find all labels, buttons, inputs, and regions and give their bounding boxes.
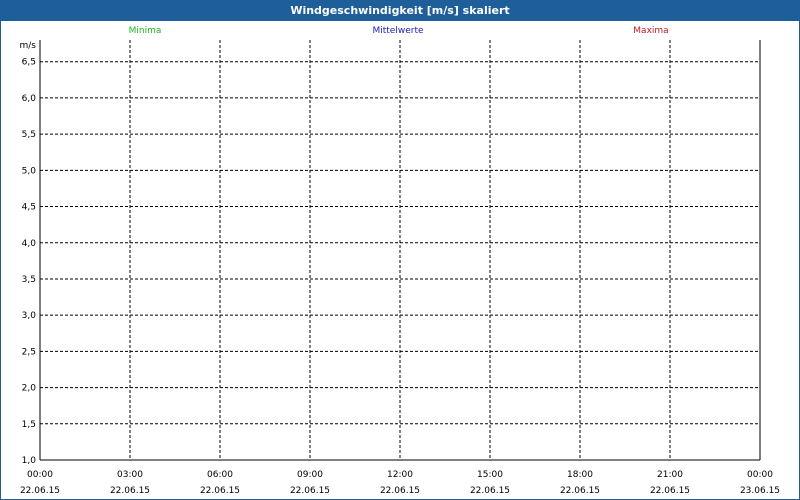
x-tick-time: 03:00 xyxy=(117,470,143,480)
legend-item: Minima xyxy=(129,26,162,36)
y-tick-label: 6,5 xyxy=(22,58,36,68)
y-tick-label: 5,0 xyxy=(22,166,37,176)
x-tick-time: 15:00 xyxy=(477,470,503,480)
x-tick-time: 18:00 xyxy=(567,470,593,480)
y-tick-label: 3,5 xyxy=(22,275,36,285)
y-tick-label: 6,0 xyxy=(22,94,37,104)
y-tick-label: 2,5 xyxy=(22,347,36,357)
y-tick-label: 2,0 xyxy=(22,384,37,394)
x-tick-time: 12:00 xyxy=(387,470,413,480)
y-axis-unit: m/s xyxy=(20,41,37,51)
x-tick-time: 09:00 xyxy=(297,470,323,480)
y-tick-label: 5,5 xyxy=(22,130,36,140)
legend-layer: Minima Mittelwerte Maxima xyxy=(129,26,669,36)
x-tick-time: 00:00 xyxy=(27,470,53,480)
legend-item: Maxima xyxy=(633,26,668,36)
x-tick-date: 22.06.15 xyxy=(200,486,240,496)
chart-plot: 1,0 1,5 2,0 2,5 3,0 3,5 4,0 4,5 5,0 5,5 6,0 6,5 00:0… xyxy=(20,26,781,496)
x-tick-time: 00:00 xyxy=(747,470,773,480)
x-tick-time: 21:00 xyxy=(657,470,683,480)
grid-layer xyxy=(40,40,760,460)
x-tick-date: 22.06.15 xyxy=(290,486,330,496)
x-tick-date: 22.06.15 xyxy=(470,486,510,496)
x-tick-date: 22.06.15 xyxy=(650,486,690,496)
x-tick-date: 22.06.15 xyxy=(110,486,150,496)
x-tick-time: 06:00 xyxy=(207,470,233,480)
x-tick-date: 22.06.15 xyxy=(380,486,420,496)
y-tick-label: 4,5 xyxy=(22,203,36,213)
y-tick-label: 1,5 xyxy=(22,420,36,430)
legend-item: Mittelwerte xyxy=(372,26,423,36)
y-tick-label: 3,0 xyxy=(22,311,37,321)
x-tick-date: 22.06.15 xyxy=(560,486,600,496)
y-tick-label: 1,0 xyxy=(22,456,37,466)
x-tick-date: 23.06.15 xyxy=(740,486,780,496)
x-tick-date: 22.06.15 xyxy=(20,486,60,496)
y-tick-label: 4,0 xyxy=(22,239,37,249)
